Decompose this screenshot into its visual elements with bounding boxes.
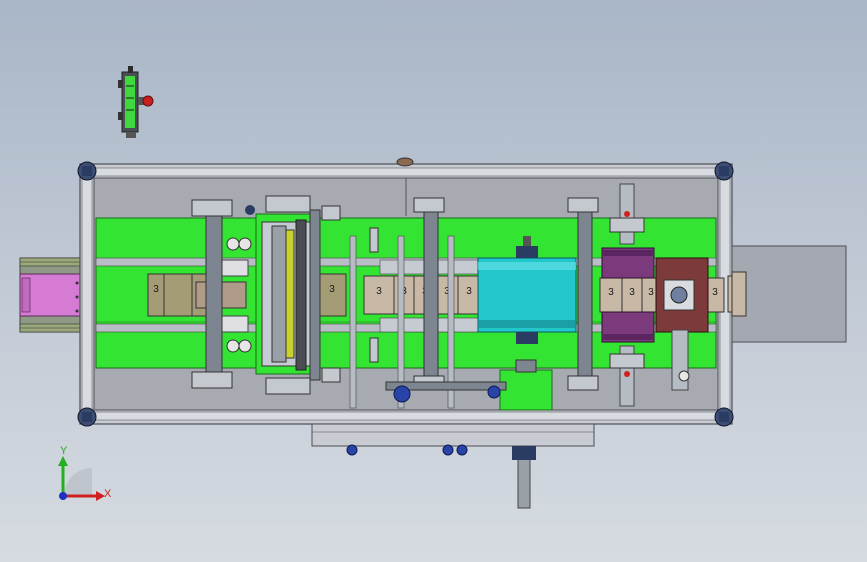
block-label: 3: [712, 287, 718, 298]
block-label: 3: [648, 287, 654, 298]
product-block: [147, 273, 165, 317]
block-label: 3: [466, 286, 472, 297]
cad-viewport[interactable]: 3 3 3 3 3 3 3 3 3 3 3 3: [0, 0, 867, 562]
block-label: 3: [629, 287, 635, 298]
block-label: 3: [376, 286, 382, 297]
block-label: 3: [608, 287, 614, 298]
block-label: 3: [153, 284, 159, 295]
triad-axes-icon: Y X: [58, 445, 112, 501]
block-label: 3: [329, 284, 335, 295]
x-axis-label: X: [104, 488, 112, 500]
control-pendant-icon: [118, 66, 139, 138]
emergency-stop-icon: [138, 95, 154, 107]
output-chute: [731, 245, 847, 343]
y-axis-label: Y: [60, 445, 68, 457]
